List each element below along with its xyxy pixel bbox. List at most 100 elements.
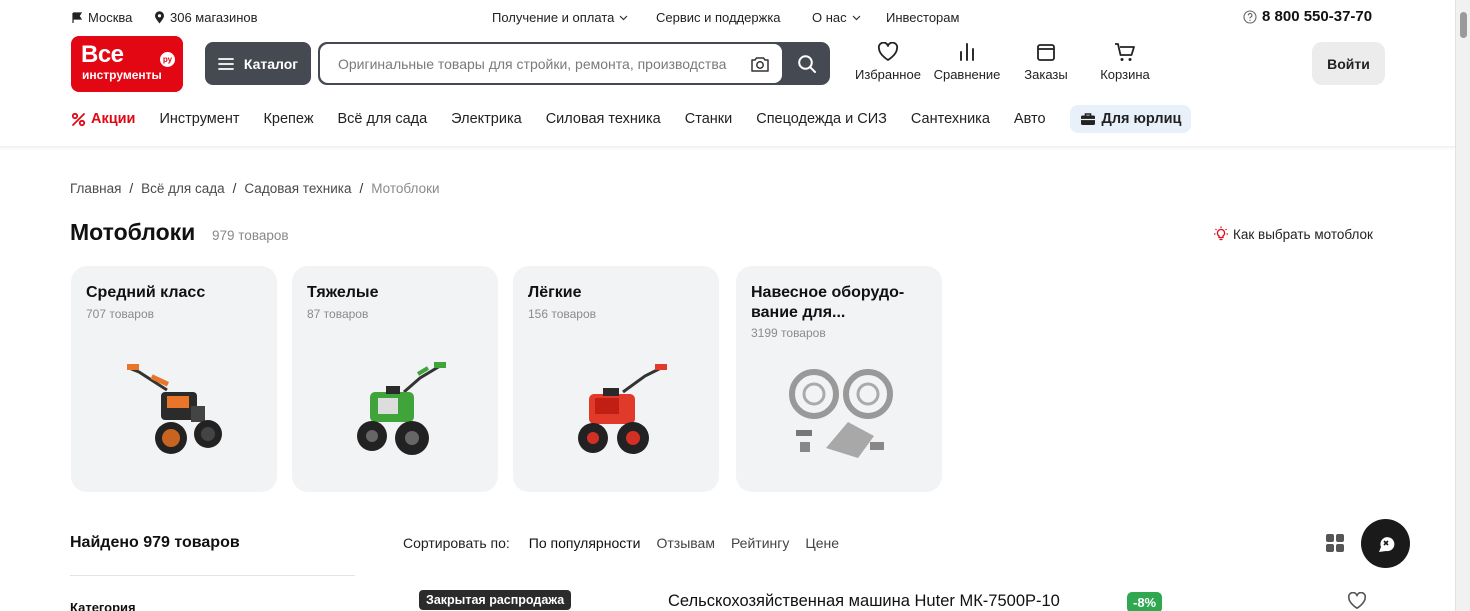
sort-label: Сортировать по: bbox=[403, 535, 510, 551]
heart-icon[interactable] bbox=[1347, 592, 1367, 610]
search-button[interactable] bbox=[784, 42, 830, 85]
sort-option-price[interactable]: Цене bbox=[805, 535, 839, 551]
service-link[interactable]: Сервис и поддержка bbox=[656, 10, 781, 25]
phone-number: 8 800 550-37-70 bbox=[1262, 8, 1373, 25]
logo-text-secondary: инструменты bbox=[82, 68, 162, 82]
nav-item-tools[interactable]: Инструмент bbox=[159, 111, 239, 127]
motoblock-green-image bbox=[357, 362, 446, 455]
nav-item-power-equipment[interactable]: Силовая техника bbox=[546, 111, 661, 127]
catalog-button[interactable]: Каталог bbox=[205, 42, 311, 85]
chevron-down-icon bbox=[852, 15, 861, 20]
filter-divider bbox=[70, 575, 355, 576]
grid-view-icon[interactable] bbox=[1325, 533, 1345, 553]
nav-promo-label: Акции bbox=[91, 111, 136, 127]
search-input[interactable] bbox=[320, 44, 782, 83]
nav-item-b2b[interactable]: Для юрлиц bbox=[1069, 105, 1192, 133]
category-card-heavy[interactable]: Тяжелые 87 товаров bbox=[292, 266, 498, 492]
nav-item-garden[interactable]: Всё для сада bbox=[338, 111, 428, 127]
breadcrumb-garden-machinery[interactable]: Садовая техника bbox=[244, 181, 351, 196]
favorites-label: Избранное bbox=[855, 67, 921, 82]
top-bar: Москва 306 магазинов Получение и оплата … bbox=[0, 0, 1455, 34]
breadcrumb-home[interactable]: Главная bbox=[70, 181, 121, 196]
cart-icon bbox=[1115, 43, 1135, 61]
how-to-choose-label: Как выбрать мотоблок bbox=[1233, 226, 1373, 242]
sort-option-popularity[interactable]: По популярности bbox=[529, 535, 641, 551]
product-title[interactable]: Сельскохозяйственная машина Huter МК-750… bbox=[668, 592, 1060, 611]
compare-label: Сравнение bbox=[933, 67, 1001, 82]
attachments-image bbox=[789, 369, 893, 458]
scrollbar-thumb[interactable] bbox=[1460, 12, 1467, 38]
breadcrumb-separator: / bbox=[232, 181, 237, 196]
breadcrumb-garden[interactable]: Всё для сада bbox=[141, 181, 224, 196]
sort-bar: Сортировать по: По популярности Отзывам … bbox=[403, 535, 839, 551]
nav-item-fasteners[interactable]: Крепеж bbox=[263, 111, 313, 127]
category-card-title: Лёгкие bbox=[528, 284, 582, 301]
category-card-light[interactable]: Лёгкие 156 товаров bbox=[513, 266, 719, 492]
flag-icon bbox=[72, 11, 83, 23]
category-card-count: 707 товаров bbox=[86, 307, 155, 321]
category-nav: Акции Инструмент Крепеж Всё для сада Эле… bbox=[71, 104, 1215, 134]
search-icon bbox=[798, 54, 816, 73]
category-card-count: 156 товаров bbox=[528, 307, 597, 321]
catalog-label: Каталог bbox=[243, 55, 299, 72]
orders-button[interactable]: Заказы bbox=[1006, 42, 1086, 88]
sort-option-rating[interactable]: Рейтингу bbox=[731, 535, 789, 551]
orders-label: Заказы bbox=[1024, 67, 1068, 82]
login-button[interactable]: Войти bbox=[1312, 42, 1385, 85]
motoblock-orange-image bbox=[127, 364, 222, 454]
chevron-down-icon bbox=[619, 15, 628, 20]
cart-button[interactable]: Корзина bbox=[1085, 42, 1165, 88]
breadcrumb-separator: / bbox=[359, 181, 364, 196]
city-selector[interactable]: Москва bbox=[71, 10, 132, 25]
favorites-button[interactable]: Избранное bbox=[848, 42, 928, 88]
compare-button[interactable]: Сравнение bbox=[927, 42, 1007, 88]
investors-label: Инвесторам bbox=[886, 10, 960, 25]
results-count: Найдено 979 товаров bbox=[70, 534, 240, 551]
chat-bubble-icon bbox=[1378, 536, 1394, 552]
category-card-title: Тяжелые bbox=[307, 284, 379, 301]
logo-badge: ру bbox=[160, 52, 175, 67]
about-label: О нас bbox=[812, 10, 847, 25]
percent-icon bbox=[71, 112, 86, 126]
category-card-title: Средний класс bbox=[86, 284, 206, 301]
nav-item-workwear[interactable]: Спецодежда и СИЗ bbox=[756, 111, 887, 127]
heart-icon bbox=[877, 42, 899, 61]
category-card-title: Навесное оборудо-вание для... bbox=[751, 284, 905, 321]
category-card-attachments[interactable]: Навесное оборудо-вание для... 3199 товар… bbox=[736, 266, 942, 492]
nav-item-auto[interactable]: Авто bbox=[1014, 111, 1046, 127]
cart-label: Корзина bbox=[1100, 67, 1150, 82]
breadcrumb-current: Мотоблоки bbox=[371, 181, 440, 196]
product-badge: Закрытая распродажа bbox=[419, 590, 572, 610]
motoblock-red-image bbox=[578, 364, 667, 454]
delivery-menu[interactable]: Получение и оплата bbox=[492, 10, 628, 25]
camera-icon[interactable] bbox=[748, 52, 772, 76]
investors-link[interactable]: Инвесторам bbox=[886, 10, 959, 25]
stores-link[interactable]: 306 магазинов bbox=[154, 10, 258, 25]
hamburger-icon bbox=[217, 57, 234, 70]
nav-item-electrics[interactable]: Электрика bbox=[451, 111, 522, 127]
category-card-medium[interactable]: Средний класс 707 товаров bbox=[71, 266, 277, 492]
page-product-count: 979 товаров bbox=[212, 228, 289, 243]
site-logo[interactable]: Все инструменты ру bbox=[71, 36, 183, 92]
breadcrumb-separator: / bbox=[129, 181, 134, 196]
about-menu[interactable]: О нас bbox=[812, 10, 861, 25]
help-circle-icon bbox=[1243, 9, 1257, 24]
delivery-label: Получение и оплата bbox=[492, 10, 615, 25]
sort-option-reviews[interactable]: Отзывам bbox=[656, 535, 714, 551]
breadcrumb: Главная / Всё для сада / Садовая техника… bbox=[70, 181, 440, 196]
category-card-count: 3199 товаров bbox=[751, 326, 826, 340]
orders-box-icon bbox=[1037, 44, 1055, 61]
page-scrollbar[interactable] bbox=[1455, 0, 1470, 611]
filter-category-heading[interactable]: Категория bbox=[70, 600, 136, 611]
nav-item-plumbing[interactable]: Сантехника bbox=[911, 111, 990, 127]
nav-item-machines[interactable]: Станки bbox=[685, 111, 732, 127]
phone-link[interactable]: 8 800 550-37-70 bbox=[1243, 8, 1372, 25]
stores-label: 306 магазинов bbox=[170, 10, 258, 25]
header-divider bbox=[0, 146, 1455, 150]
nav-item-promo[interactable]: Акции bbox=[71, 111, 135, 127]
how-to-choose-link[interactable]: Как выбрать мотоблок bbox=[1213, 226, 1373, 242]
search-bar bbox=[318, 42, 830, 85]
city-label: Москва bbox=[88, 10, 133, 25]
chat-button[interactable] bbox=[1361, 519, 1410, 568]
briefcase-icon bbox=[1080, 113, 1095, 125]
